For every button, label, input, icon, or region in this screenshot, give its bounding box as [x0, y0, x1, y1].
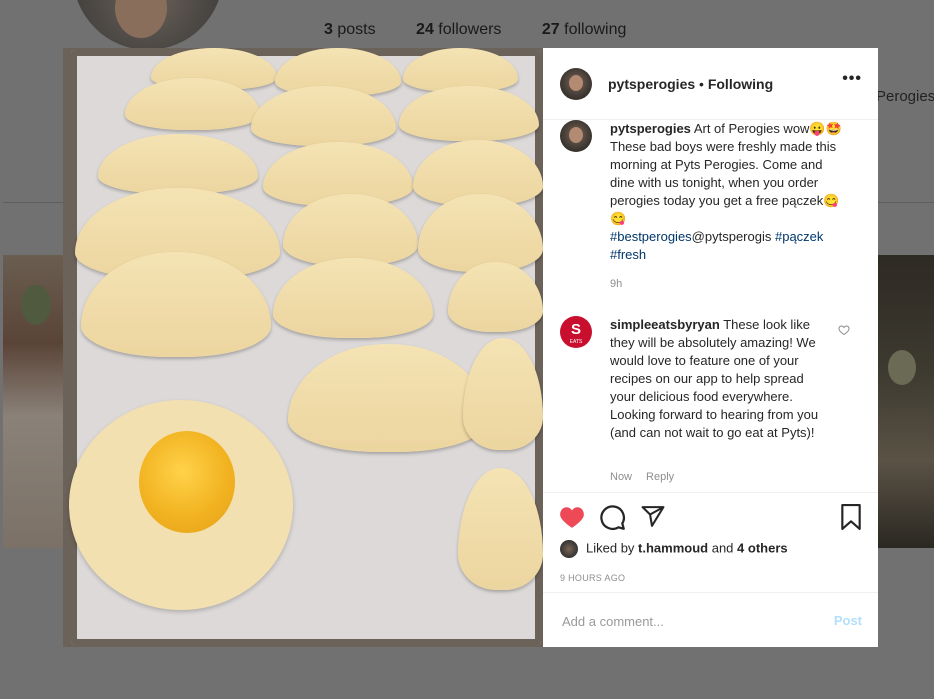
caption-time[interactable]: 9h [610, 278, 622, 290]
divider [3, 202, 63, 203]
add-comment-input[interactable] [560, 609, 824, 633]
add-comment-bar: Post [543, 592, 878, 648]
like-heart-icon[interactable] [559, 505, 585, 529]
followers-stat[interactable]: 24 followers [416, 21, 501, 38]
hashtag-link[interactable]: #bestperogies [610, 229, 692, 244]
post-thumbnail[interactable] [3, 255, 63, 548]
post-header: pytsperogies • Following ••• [543, 48, 878, 120]
post-comment-button[interactable]: Post [834, 613, 862, 628]
following-button[interactable]: Following [708, 76, 773, 92]
comment-time[interactable]: Now [610, 471, 632, 483]
potato-filling [139, 431, 235, 533]
caption-text: pytsperogies Art of Perogies wow😛🤩 These… [610, 120, 845, 264]
posts-stat: 3 posts [324, 21, 376, 38]
comment-body: These look like they will be absolutely … [610, 317, 819, 440]
comment-meta: Now Reply [610, 471, 688, 483]
post-actions: Liked by t.hammoud and 4 others 9 HOURS … [543, 492, 878, 598]
likes-others-link[interactable]: 4 others [737, 540, 788, 555]
profile-name-fragment: Perogies [876, 88, 934, 105]
comments-list[interactable]: pytsperogies Art of Perogies wow😛🤩 These… [543, 120, 878, 491]
author-avatar[interactable] [560, 68, 592, 100]
author-avatar[interactable] [560, 120, 592, 152]
separator: • [695, 76, 708, 92]
mention-link[interactable]: @pytsperogis [692, 229, 772, 244]
save-bookmark-icon[interactable] [839, 504, 863, 530]
following-stat[interactable]: 27 following [542, 21, 627, 38]
post-sidebar: pytsperogies • Following ••• pytsperogie… [543, 48, 878, 647]
post-modal: pytsperogies • Following ••• pytsperogie… [63, 48, 878, 647]
reply-button[interactable]: Reply [646, 471, 674, 483]
hashtag-link[interactable]: #fresh [610, 247, 646, 262]
comment-text: simpleeatsbyryan These look like they wi… [610, 316, 830, 442]
author-username[interactable]: pytsperogies [608, 76, 695, 92]
commenter-username[interactable]: simpleeatsbyryan [610, 317, 720, 332]
commenter-avatar[interactable]: S EATS [560, 316, 592, 348]
likes-line: Liked by t.hammoud and 4 others [560, 540, 788, 558]
divider [878, 202, 934, 203]
profile-avatar[interactable] [73, 0, 223, 50]
profile-stats: 3 posts 24 followers 27 following [324, 21, 662, 39]
caption-body: Art of Perogies wow😛🤩 These bad boys wer… [610, 121, 842, 226]
post-thumbnail[interactable] [878, 255, 934, 548]
post-photo[interactable] [63, 48, 543, 647]
hashtag-link[interactable]: #pączek [775, 229, 823, 244]
comment-icon[interactable] [599, 504, 626, 531]
post-timestamp[interactable]: 9 HOURS AGO [560, 573, 625, 583]
liker-avatar[interactable] [560, 540, 578, 558]
author-line: pytsperogies • Following [608, 76, 773, 92]
more-options-icon[interactable]: ••• [842, 70, 862, 88]
share-icon[interactable] [640, 504, 666, 529]
caption-username[interactable]: pytsperogies [610, 121, 691, 136]
liker-username[interactable]: t.hammoud [638, 540, 708, 555]
comment-like-icon[interactable] [838, 324, 850, 336]
